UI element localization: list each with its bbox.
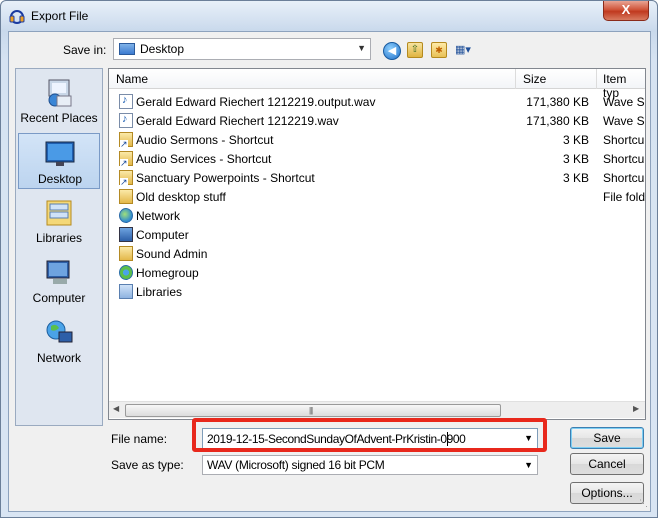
close-button[interactable]: X [603, 1, 649, 21]
file-name: Computer [136, 228, 189, 242]
save-in-dropdown[interactable]: Desktop ▼ [113, 38, 371, 60]
file-type: File fold [603, 190, 646, 204]
file-size: 3 KB [562, 171, 589, 185]
cancel-button[interactable]: Cancel [570, 453, 644, 475]
file-row[interactable]: Audio Services - Shortcut 3 KB Shortcu [109, 149, 645, 168]
title-bar[interactable]: Export File X [1, 1, 657, 31]
file-name: Audio Sermons - Shortcut [136, 133, 274, 147]
scroll-left-icon[interactable]: ◀ [113, 404, 119, 413]
scrollbar-thumb[interactable]: ||| [125, 404, 501, 417]
place-computer[interactable]: Computer [18, 253, 100, 309]
file-name: Gerald Edward Riechert 1212219.wav [136, 114, 339, 128]
shortcut-icon [119, 170, 133, 186]
file-name: Audio Services - Shortcut [136, 152, 272, 166]
computer-icon [119, 227, 133, 242]
file-row[interactable]: Network [109, 206, 645, 225]
place-label: Computer [32, 291, 86, 305]
libraries-icon [119, 284, 133, 299]
save-button[interactable]: Save [570, 427, 644, 449]
column-name[interactable]: Name [116, 72, 148, 86]
user-folder-icon [119, 246, 133, 261]
file-row[interactable]: Computer [109, 225, 645, 244]
save-as-type-label: Save as type: [111, 458, 184, 472]
place-label: Recent Places [20, 111, 98, 125]
file-size: 171,380 KB [526, 114, 589, 128]
wav-file-icon [119, 94, 133, 109]
file-type: Shortcu [603, 133, 645, 147]
file-name: Libraries [136, 285, 183, 299]
file-type: Shortcu [603, 152, 645, 166]
folder-icon [119, 189, 133, 204]
homegroup-icon [119, 265, 133, 280]
column-header-row: Name Size Item typ [109, 69, 645, 100]
file-size: 3 KB [562, 133, 589, 147]
file-name-label: File name: [111, 432, 168, 446]
audacity-app-icon [9, 10, 25, 24]
horizontal-scrollbar[interactable]: ◀ ||| ▶ [109, 401, 645, 418]
place-label: Network [36, 351, 81, 365]
scroll-right-icon[interactable]: ▶ [633, 404, 639, 413]
up-folder-icon[interactable]: ⇧ [407, 42, 423, 58]
dialog-body: Save in: Desktop ▼ ◀ ⇧ ✱ ▦▾ Recent Place… [8, 31, 651, 512]
file-list[interactable]: Name Size Item typ Gerald Edward Riecher… [108, 68, 646, 420]
save-in-value: Desktop [140, 42, 185, 56]
export-file-dialog: Export File X Save in: Desktop ▼ ◀ ⇧ ✱ ▦… [0, 0, 658, 518]
view-menu-icon[interactable]: ▦▾ [455, 42, 485, 60]
desktop-icon [45, 141, 75, 166]
chevron-down-icon: ▼ [524, 460, 533, 470]
network-icon [119, 208, 133, 223]
file-size: 171,380 KB [526, 95, 589, 109]
file-name: Sanctuary Powerpoints - Shortcut [136, 171, 315, 185]
place-recent-places[interactable]: Recent Places [18, 73, 100, 129]
file-name: Gerald Edward Riechert 1212219.output.wa… [136, 95, 376, 109]
file-row[interactable]: Gerald Edward Riechert 1212219.wav 171,3… [109, 111, 645, 130]
recent-places-icon [48, 79, 72, 107]
file-type: Wave So [603, 95, 645, 109]
network-icon [46, 320, 73, 343]
file-size: 3 KB [562, 152, 589, 166]
places-bar: Recent Places Desktop Libraries Computer… [15, 68, 103, 426]
computer-icon [46, 260, 70, 284]
save-in-label: Save in: [63, 43, 107, 57]
file-row[interactable]: Gerald Edward Riechert 1212219.output.wa… [109, 92, 645, 111]
window-title: Export File [31, 9, 89, 23]
place-label: Desktop [37, 172, 83, 186]
options-button[interactable]: Options... [570, 482, 644, 504]
chevron-down-icon: ▼ [357, 43, 366, 53]
grip-icon: ||| [309, 406, 313, 415]
file-name: Sound Admin [136, 247, 208, 261]
file-row[interactable]: Libraries [109, 282, 645, 301]
file-row[interactable]: Homegroup [109, 263, 645, 282]
place-network[interactable]: Network [18, 313, 100, 369]
file-row[interactable]: Sanctuary Powerpoints - Shortcut 3 KB Sh… [109, 168, 645, 187]
file-row[interactable]: Audio Sermons - Shortcut 3 KB Shortcu [109, 130, 645, 149]
file-type: Shortcu [603, 171, 645, 185]
file-row[interactable]: Sound Admin [109, 244, 645, 263]
file-name: Homegroup [136, 266, 199, 280]
resize-grip-icon[interactable]: ⋱ [639, 498, 648, 509]
new-folder-icon[interactable]: ✱ [431, 42, 447, 58]
red-highlight-box [192, 418, 547, 452]
column-divider[interactable] [515, 69, 516, 89]
place-label: Libraries [35, 231, 83, 245]
column-divider[interactable] [596, 69, 597, 89]
place-desktop[interactable]: Desktop [18, 133, 100, 189]
file-name: Old desktop stuff [136, 190, 226, 204]
libraries-icon [46, 200, 72, 226]
desktop-folder-icon [119, 43, 135, 55]
place-libraries[interactable]: Libraries [18, 193, 100, 249]
shortcut-icon [119, 132, 133, 148]
file-type: Wave So [603, 114, 645, 128]
file-row[interactable]: Old desktop stuff File fold [109, 187, 645, 206]
back-icon[interactable]: ◀ [383, 42, 401, 60]
shortcut-icon [119, 151, 133, 167]
column-size[interactable]: Size [523, 72, 546, 86]
wav-file-icon [119, 113, 133, 128]
file-name: Network [136, 209, 181, 223]
save-as-type-value: WAV (Microsoft) signed 16 bit PCM [207, 458, 385, 472]
save-as-type-dropdown[interactable]: WAV (Microsoft) signed 16 bit PCM ▼ [202, 455, 538, 475]
